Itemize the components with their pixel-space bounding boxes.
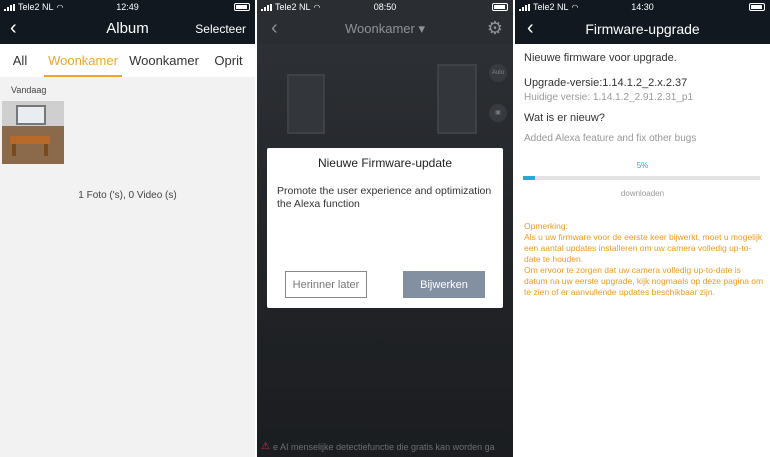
album-navbar: ‹ Album Selecteer bbox=[0, 14, 255, 44]
status-bar: Tele2 NL ◠ 12:49 bbox=[0, 0, 255, 14]
page-title: Firmware-upgrade bbox=[585, 21, 700, 37]
live-view-screen: Tele2 NL ◠ 08:50 ‹ Woonkamer ▾ ⚙ Auto ▣ … bbox=[257, 0, 513, 457]
status-bar: Tele2 NL ◠ 14:30 bbox=[515, 0, 770, 14]
clock: 14:30 bbox=[631, 2, 654, 12]
tab-oprit[interactable]: Oprit bbox=[202, 44, 255, 77]
dialog-body: Promote the user experience and optimiza… bbox=[277, 185, 492, 210]
note-line: Opmerking: bbox=[524, 221, 568, 231]
camera-selector[interactable]: Woonkamer ▾ bbox=[257, 21, 513, 37]
clock: 12:49 bbox=[116, 2, 139, 12]
photo-thumbnail[interactable] bbox=[2, 101, 64, 164]
note-line: Als u uw firmware voor de eerste keer bi… bbox=[524, 232, 763, 264]
settings-gear-icon[interactable]: ⚙ bbox=[487, 18, 503, 39]
upgrade-version: Upgrade-versie:1.14.1.2_2.x.2.37 bbox=[524, 77, 688, 89]
album-screen: Tele2 NL ◠ 12:49 ‹ Album Selecteer All W… bbox=[0, 0, 255, 457]
battery-icon bbox=[492, 3, 508, 11]
progress-fill bbox=[523, 176, 535, 180]
whats-new-label: Wat is er nieuw? bbox=[524, 112, 605, 124]
progress-status: downloaden bbox=[620, 189, 665, 198]
progress-percent: 5% bbox=[636, 161, 649, 170]
download-progress-bar bbox=[523, 176, 760, 180]
section-date-label: Vandaag bbox=[11, 85, 47, 95]
firmware-navbar: ‹ Firmware-upgrade bbox=[515, 14, 770, 44]
note-line: Om ervoor te zorgen dat uw camera volled… bbox=[524, 265, 764, 297]
clock: 08:50 bbox=[373, 2, 397, 12]
new-firmware-text: Nieuwe firmware voor upgrade. bbox=[524, 52, 677, 64]
tab-all[interactable]: All bbox=[0, 44, 40, 77]
live-navbar: ‹ Woonkamer ▾ ⚙ bbox=[257, 14, 513, 44]
dialog-title: Nieuwe Firmware-update bbox=[317, 156, 453, 170]
camera-name: Woonkamer bbox=[345, 21, 415, 36]
bottom-banner[interactable]: ⚠ e AI menselijke detectiefunctie die gr… bbox=[261, 441, 495, 452]
tab-woonkamer-1[interactable]: Woonkamer bbox=[40, 44, 126, 77]
firmware-upgrade-screen: Tele2 NL ◠ 14:30 ‹ Firmware-upgrade Nieu… bbox=[515, 0, 770, 457]
select-button[interactable]: Selecteer bbox=[195, 22, 246, 36]
battery-icon bbox=[234, 3, 250, 11]
update-button[interactable]: Bijwerken bbox=[403, 271, 485, 298]
caret-down-icon: ▾ bbox=[418, 21, 425, 36]
upgrade-note: Opmerking: Als u uw firmware voor de eer… bbox=[524, 221, 764, 298]
warning-icon: ⚠ bbox=[261, 441, 270, 452]
tab-woonkamer-2[interactable]: Woonkamer bbox=[126, 44, 202, 77]
status-bar: Tele2 NL ◠ 08:50 bbox=[257, 0, 513, 14]
media-count: 1 Foto ('s), 0 Video (s) bbox=[78, 190, 177, 201]
battery-icon bbox=[749, 3, 765, 11]
firmware-update-dialog: Nieuwe Firmware-update Promote the user … bbox=[267, 148, 503, 308]
whats-new-text: Added Alexa feature and fix other bugs bbox=[524, 133, 697, 144]
remind-later-button[interactable]: Herinner later bbox=[285, 271, 367, 298]
banner-text: e AI menselijke detectiefunctie die grat… bbox=[272, 441, 495, 452]
camera-tabs: All Woonkamer Woonkamer Oprit bbox=[0, 44, 255, 77]
screenshot-collage: Tele2 NL ◠ 12:49 ‹ Album Selecteer All W… bbox=[0, 0, 770, 457]
current-version: Huidige versie: 1.14.1.2_2.91.2.31_p1 bbox=[524, 92, 694, 103]
